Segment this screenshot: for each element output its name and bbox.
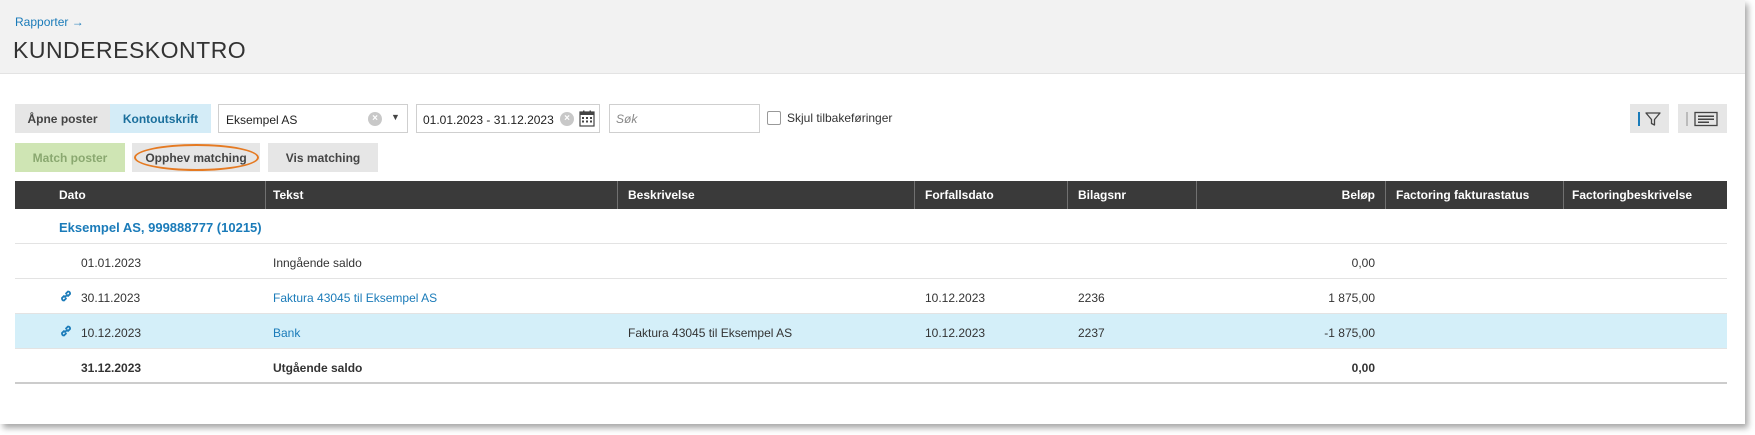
column-separator xyxy=(265,181,266,209)
hide-reversals-checkbox[interactable] xyxy=(767,111,781,125)
customer-group-title[interactable]: Eksempel AS, 999888777 (10215) xyxy=(59,220,262,235)
unmatch-button[interactable]: Opphev matching xyxy=(132,143,260,172)
column-header-text[interactable]: Tekst xyxy=(273,181,303,209)
date-cell: 01.01.2023 xyxy=(81,256,142,270)
voucher-cell: 2237 xyxy=(1078,326,1105,340)
hide-reversals-option[interactable]: Skjul tilbakeføringer xyxy=(767,111,892,125)
voucher-cell: 2236 xyxy=(1078,291,1105,305)
clear-icon[interactable]: × xyxy=(368,112,382,126)
match-entries-button[interactable]: Match poster xyxy=(15,143,125,172)
amount-cell: 1 875,00 xyxy=(1328,291,1375,305)
date-cell: 30.11.2023 xyxy=(81,291,141,305)
table-header: Dato Tekst Beskrivelse Forfallsdato Bila… xyxy=(15,181,1727,209)
amount-cell: -1 875,00 xyxy=(1324,326,1375,340)
chevron-down-icon[interactable]: ▼ xyxy=(391,112,400,122)
tab-open-items[interactable]: Åpne poster xyxy=(15,104,110,133)
columns-icon xyxy=(1685,111,1718,126)
column-header-factoring-status[interactable]: Factoring fakturastatus xyxy=(1396,181,1529,209)
filter-icon xyxy=(1637,111,1661,126)
hide-reversals-label: Skjul tilbakeføringer xyxy=(787,111,893,125)
customer-group-row: Eksempel AS, 999888777 (10215) xyxy=(15,209,1727,244)
columns-button[interactable] xyxy=(1678,104,1727,133)
column-separator xyxy=(1196,181,1197,209)
description-cell: Faktura 43045 til Eksempel AS xyxy=(628,326,793,340)
text-link-cell[interactable]: Faktura 43045 til Eksempel AS xyxy=(273,291,437,305)
column-header-voucher[interactable]: Bilagsnr xyxy=(1078,181,1126,209)
column-header-due-date[interactable]: Forfallsdato xyxy=(925,181,994,209)
ledger-table: Dato Tekst Beskrivelse Forfallsdato Bila… xyxy=(15,181,1727,384)
column-separator xyxy=(1067,181,1068,209)
column-separator xyxy=(1563,181,1564,209)
text-link-cell[interactable]: Bank xyxy=(273,326,300,340)
text-cell: Utgående saldo xyxy=(273,361,363,375)
table-row[interactable]: 01.01.2023 Inngående saldo 0,00 xyxy=(15,244,1727,279)
app-frame: Rapporter → KUNDERESKONTRO Åpne poster K… xyxy=(0,0,1745,424)
customer-select[interactable]: Eksempel AS × ▼ xyxy=(218,104,408,133)
tab-account-statement[interactable]: Kontoutskrift xyxy=(110,104,211,133)
breadcrumb-reports[interactable]: Rapporter → xyxy=(15,15,84,29)
column-header-factoring-description[interactable]: Factoringbeskrivelse xyxy=(1572,181,1692,209)
date-cell: 31.12.2023 xyxy=(81,361,142,375)
table-row-closing-balance: 31.12.2023 Utgående saldo 0,00 xyxy=(15,349,1727,384)
amount-cell: 0,00 xyxy=(1351,361,1375,375)
date-range-field[interactable]: 01.01.2023 - 31.12.2023 × xyxy=(416,104,600,133)
show-matching-button[interactable]: Vis matching xyxy=(268,143,378,172)
text-cell: Inngående saldo xyxy=(273,256,362,270)
column-header-amount[interactable]: Beløp xyxy=(1205,181,1375,209)
due-date-cell: 10.12.2023 xyxy=(925,291,986,305)
link-icon[interactable] xyxy=(59,289,73,303)
column-header-description[interactable]: Beskrivelse xyxy=(628,181,695,209)
column-separator xyxy=(1385,181,1386,209)
column-header-date[interactable]: Dato xyxy=(59,181,86,209)
link-icon[interactable] xyxy=(59,324,73,338)
date-cell: 10.12.2023 xyxy=(81,326,142,340)
date-range-value: 01.01.2023 - 31.12.2023 xyxy=(423,113,554,127)
table-row-selected[interactable]: 10.12.2023 Bank Faktura 43045 til Eksemp… xyxy=(15,314,1727,349)
filter-button[interactable] xyxy=(1630,104,1669,133)
amount-cell: 0,00 xyxy=(1351,256,1375,270)
column-separator xyxy=(617,181,618,209)
calendar-icon[interactable] xyxy=(579,110,595,127)
customer-select-value: Eksempel AS xyxy=(226,113,298,127)
search-input[interactable] xyxy=(609,104,760,133)
column-separator xyxy=(914,181,915,209)
page-title: KUNDERESKONTRO xyxy=(13,37,247,63)
due-date-cell: 10.12.2023 xyxy=(925,326,986,340)
clear-icon[interactable]: × xyxy=(560,112,574,126)
page-header: Rapporter → KUNDERESKONTRO xyxy=(0,0,1745,74)
table-row[interactable]: 30.11.2023 Faktura 43045 til Eksempel AS… xyxy=(15,279,1727,314)
